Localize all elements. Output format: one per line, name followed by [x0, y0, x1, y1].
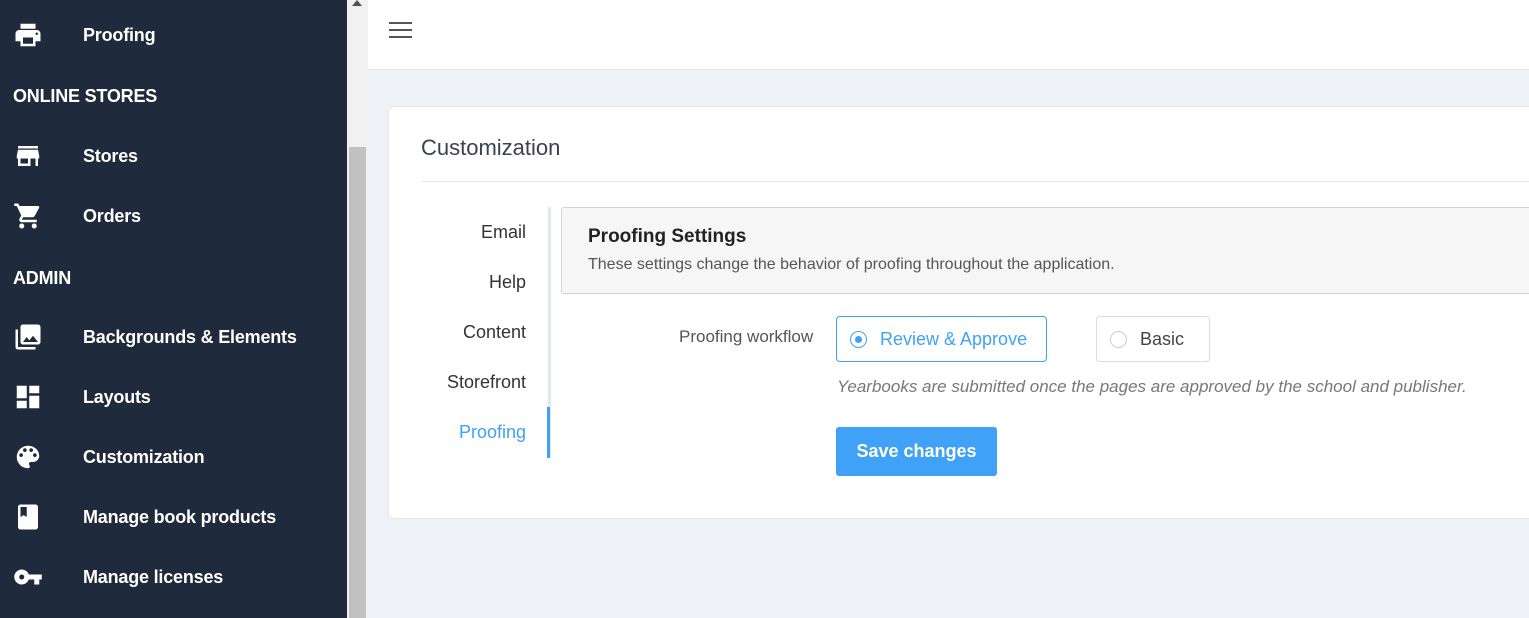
store-icon — [12, 142, 44, 170]
tab-content[interactable]: Content — [463, 322, 526, 343]
sidebar-item-stores[interactable]: Stores — [0, 132, 347, 180]
radio-label: Basic — [1140, 329, 1185, 349]
radio-unchecked-icon — [1110, 331, 1127, 348]
tab-email[interactable]: Email — [481, 222, 526, 243]
printer-icon — [12, 21, 44, 49]
sidebar-item-label: Orders — [83, 205, 141, 226]
customization-card: Customization Email Help Content Storefr… — [388, 106, 1529, 519]
page-title: Customization — [421, 135, 561, 160]
proofing-workflow-label: Proofing workflow — [679, 327, 814, 346]
scrollbar-thumb[interactable] — [349, 147, 366, 618]
sidebar-item-label: Layouts — [83, 386, 151, 407]
tab-storefront[interactable]: Storefront — [447, 372, 526, 393]
dashboard-icon — [12, 383, 44, 411]
sidebar: Proofing ONLINE STORES Stores Orders ADM… — [0, 0, 347, 618]
scroll-up-arrow-icon[interactable] — [352, 0, 362, 6]
sidebar-item-proofing[interactable]: Proofing — [0, 11, 347, 59]
images-icon — [12, 323, 44, 351]
sidebar-item-backgrounds[interactable]: Backgrounds & Elements — [0, 313, 347, 361]
radio-basic[interactable]: Basic — [1096, 316, 1210, 362]
workflow-hint: Yearbooks are submitted once the pages a… — [837, 377, 1467, 396]
sidebar-item-label: Proofing — [83, 24, 156, 45]
sidebar-item-layouts[interactable]: Layouts — [0, 373, 347, 421]
radio-label: Review & Approve — [880, 329, 1028, 349]
sidebar-item-label: Customization — [83, 446, 205, 467]
settings-tabs: Email Help Content Storefront Proofing — [389, 207, 551, 459]
sidebar-item-orders[interactable]: Orders — [0, 192, 347, 240]
panel-title: Proofing Settings — [588, 226, 747, 247]
hamburger-menu-icon[interactable] — [388, 20, 414, 42]
cart-icon — [12, 202, 44, 230]
save-changes-button[interactable]: Save changes — [836, 427, 997, 476]
sidebar-scrollbar[interactable] — [347, 0, 368, 618]
sidebar-item-manage-licenses[interactable]: Manage licenses — [0, 553, 347, 601]
top-bar — [368, 0, 1529, 70]
tab-proofing[interactable]: Proofing — [459, 422, 526, 443]
section-title-online-stores: ONLINE STORES — [13, 86, 158, 106]
sidebar-item-customization[interactable]: Customization — [0, 433, 347, 481]
radio-checked-icon — [850, 331, 867, 348]
sidebar-item-label: Manage book products — [83, 506, 277, 527]
sidebar-item-label: Stores — [83, 145, 138, 166]
sidebar-item-manage-book-products[interactable]: Manage book products — [0, 493, 347, 541]
section-title-admin: ADMIN — [13, 268, 71, 288]
tab-help[interactable]: Help — [489, 272, 526, 293]
radio-review-approve[interactable]: Review & Approve — [836, 316, 1047, 362]
sidebar-item-label: Backgrounds & Elements — [83, 326, 297, 347]
palette-icon — [12, 443, 44, 471]
sidebar-item-label: Manage licenses — [83, 566, 224, 587]
panel-description: These settings change the behavior of pr… — [588, 256, 1115, 273]
proofing-settings-header: Proofing Settings These settings change … — [561, 207, 1529, 294]
book-icon — [12, 503, 44, 531]
divider — [421, 181, 1529, 182]
key-icon — [12, 563, 44, 591]
